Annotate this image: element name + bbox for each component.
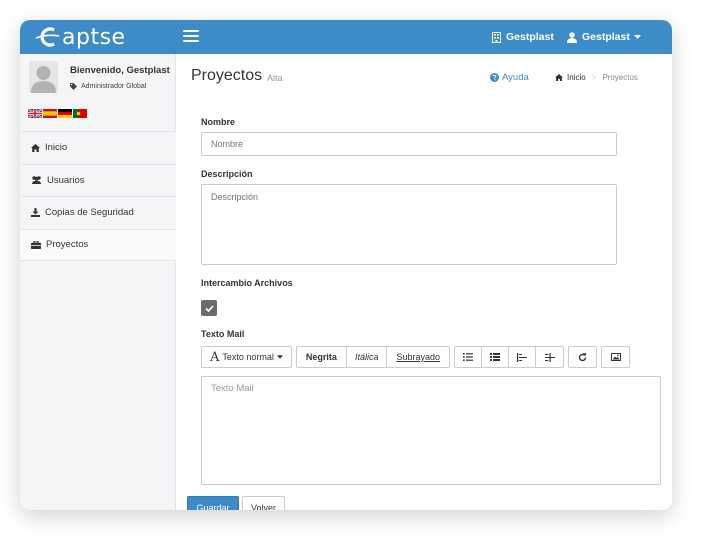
sidebar-item-proyectos[interactable]: Proyectos (20, 228, 176, 261)
question-circle-icon (490, 73, 499, 82)
sidebar-item-inicio[interactable]: Inicio (20, 131, 176, 164)
mail-editor-placeholder: Texto Mail (211, 383, 254, 394)
image-icon (610, 353, 621, 361)
caret-down-icon (276, 355, 283, 359)
outdent-icon (517, 352, 527, 362)
sidebar: Bienvenido, Gestplast Administrador Glob… (20, 54, 176, 510)
app-window: aptse Gestplast Gestplast Bienvenido, Ge… (20, 20, 672, 510)
font-size-group: A Texto normal (201, 346, 292, 368)
flag-uk-icon[interactable] (28, 109, 42, 118)
list-group (454, 346, 564, 368)
description-textarea[interactable] (201, 184, 617, 265)
unordered-list-button[interactable] (455, 347, 482, 367)
user-role: Administrador Global (70, 83, 146, 90)
company-link-label: Gestplast (506, 31, 554, 43)
outdent-button[interactable] (509, 347, 536, 367)
page-subtitle: Alta (267, 73, 283, 83)
mail-editor[interactable]: Texto Mail (201, 376, 661, 485)
back-button[interactable]: Volver (242, 496, 285, 510)
company-link[interactable]: Gestplast (492, 20, 554, 54)
list-ul-icon (463, 353, 473, 361)
building-icon (492, 31, 501, 43)
sidebar-item-usuarios[interactable]: Usuarios (20, 163, 176, 196)
sidebar-menu: Inicio Usuarios Copias de Seguridad Proy… (20, 131, 176, 261)
tag-icon (70, 83, 77, 90)
flag-spain-icon[interactable] (43, 109, 57, 118)
flag-portugal-icon[interactable] (73, 109, 87, 118)
briefcase-icon (31, 240, 41, 249)
editor-toolbar: A Texto normal Negrita Itálica Subrayado (201, 346, 630, 368)
breadcrumb-home-label: Inicio (567, 73, 586, 82)
caret-down-icon (633, 35, 641, 39)
bold-button[interactable]: Negrita (297, 347, 347, 367)
download-icon (31, 208, 40, 218)
list-ol-icon (490, 353, 500, 361)
name-input[interactable] (201, 132, 617, 156)
avatar (29, 61, 58, 93)
language-selector (28, 109, 87, 118)
text-style-group: Negrita Itálica Subrayado (295, 346, 450, 368)
top-navbar: aptse Gestplast Gestplast (20, 20, 672, 54)
link-group (568, 346, 597, 368)
user-icon (567, 31, 577, 43)
welcome-text: Bienvenido, Gestplast (70, 65, 170, 76)
sidebar-item-label: Inicio (45, 142, 68, 154)
indent-button[interactable] (536, 347, 563, 367)
insert-image-button[interactable] (602, 347, 629, 367)
main-content: Proyectos Alta Ayuda Inicio > Proyectos … (176, 54, 672, 510)
breadcrumb-separator: > (591, 73, 597, 82)
save-button[interactable]: Guardar (187, 496, 239, 510)
user-menu[interactable]: Gestplast (567, 20, 641, 54)
ordered-list-button[interactable] (482, 347, 509, 367)
font-size-dropdown[interactable]: A Texto normal (202, 347, 291, 367)
breadcrumb: Inicio > Proyectos (555, 73, 638, 82)
user-menu-label: Gestplast (582, 31, 630, 43)
logo-icon (35, 27, 60, 47)
sidebar-item-label: Copias de Seguridad (45, 207, 134, 219)
description-label: Descripción (201, 169, 253, 179)
font-icon: A (210, 349, 220, 365)
flag-germany-icon[interactable] (58, 109, 72, 118)
font-size-label: Texto normal (222, 352, 274, 362)
user-role-label: Administrador Global (81, 83, 147, 90)
sidebar-item-copias-de-seguridad[interactable]: Copias de Seguridad (20, 196, 176, 229)
user-panel: Bienvenido, Gestplast Administrador Glob… (20, 54, 176, 104)
exchange-label: Intercambio Archivos (201, 278, 293, 288)
sidebar-item-label: Proyectos (46, 239, 89, 251)
check-icon (204, 304, 214, 312)
home-icon (31, 143, 40, 152)
breadcrumb-home[interactable]: Inicio (555, 73, 586, 82)
brand-logo[interactable]: aptse (34, 24, 126, 50)
help-link-label: Ayuda (502, 72, 529, 83)
indent-icon (544, 352, 555, 362)
mail-label: Texto Mail (201, 329, 245, 339)
breadcrumb-current: Proyectos (602, 73, 638, 82)
sidebar-item-label: Usuarios (47, 174, 85, 186)
logo-text: aptse (62, 24, 126, 50)
page-title: Proyectos (191, 67, 263, 84)
image-group (601, 346, 630, 368)
underline-button[interactable]: Subrayado (387, 347, 449, 367)
refresh-link-icon (578, 352, 587, 361)
link-button[interactable] (569, 347, 596, 367)
users-icon (32, 176, 41, 185)
help-link[interactable]: Ayuda (490, 72, 529, 83)
italic-button[interactable]: Itálica (347, 347, 388, 367)
menu-toggle-button[interactable] (183, 30, 199, 43)
name-label: Nombre (201, 117, 236, 127)
exchange-checkbox[interactable] (201, 300, 217, 316)
home-icon (555, 74, 563, 81)
